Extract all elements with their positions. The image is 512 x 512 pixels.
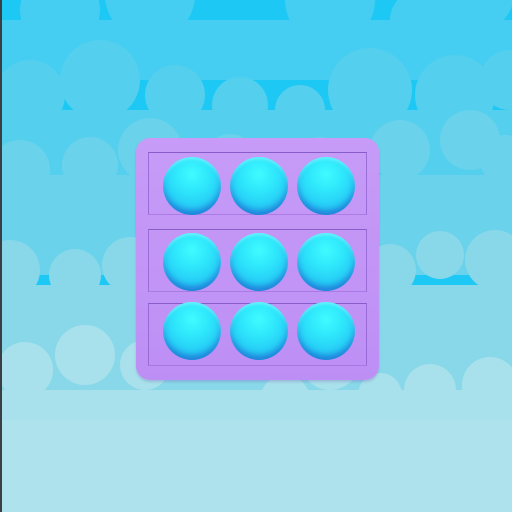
bubble-r3-c2[interactable] bbox=[230, 302, 288, 360]
bubble-r3-c3[interactable] bbox=[297, 302, 355, 360]
game-scene bbox=[0, 0, 512, 512]
bubble-r3-c1[interactable] bbox=[163, 302, 221, 360]
bubble-r2-c2[interactable] bbox=[230, 233, 288, 291]
window-left-edge bbox=[0, 0, 2, 512]
bubble-r1-c1[interactable] bbox=[163, 157, 221, 215]
bubble-r1-c3[interactable] bbox=[297, 157, 355, 215]
pop-it-board bbox=[136, 138, 379, 380]
bubble-r1-c2[interactable] bbox=[230, 157, 288, 215]
bubble-r2-c1[interactable] bbox=[163, 233, 221, 291]
bubble-r2-c3[interactable] bbox=[297, 233, 355, 291]
cloud-bank bbox=[0, 420, 512, 512]
